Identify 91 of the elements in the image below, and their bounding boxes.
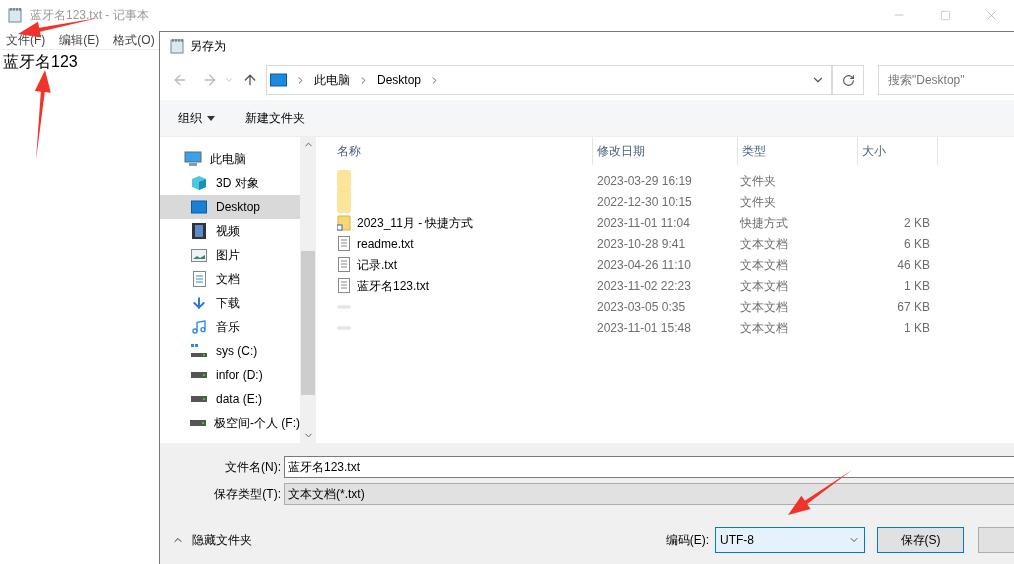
nav-item[interactable]: 视频 [160, 219, 300, 243]
folder-icon [337, 190, 351, 213]
file-date: 2022-12-30 10:15 [596, 193, 693, 211]
file-type: 文本文档 [739, 277, 789, 295]
notepad-icon [8, 7, 22, 23]
caret-icon [207, 115, 215, 121]
file-date: 2023-11-01 11:04 [596, 214, 691, 232]
file-type: 文本文档 [739, 256, 789, 274]
file-type: 文件夹 [739, 172, 777, 190]
file-date: 2023-10-28 9:41 [596, 235, 687, 253]
hide-folders-button[interactable]: 隐藏文件夹 [172, 531, 252, 549]
back-icon[interactable] [172, 72, 188, 88]
file-type: 文本文档 [739, 319, 789, 337]
column-header[interactable]: 修改日期 [593, 137, 738, 165]
nav-item[interactable]: 3D 对象 [160, 171, 300, 195]
text-file-icon [338, 236, 350, 251]
address-bar[interactable]: 此电脑 Desktop [266, 65, 832, 95]
file-name[interactable]: 记录.txt [357, 255, 397, 274]
file-name[interactable]: 蓝牙名123.txt [357, 276, 430, 295]
desktop-icon [270, 73, 287, 87]
up-icon[interactable] [242, 72, 258, 88]
nav-item[interactable]: 音乐 [160, 315, 300, 339]
drive-icon [191, 344, 207, 358]
cancel-button[interactable] [978, 527, 1014, 553]
file-size: 67 KB [897, 298, 930, 316]
file-type-dropdown[interactable]: 文本文档(*.txt) [284, 483, 1014, 505]
download-icon [191, 295, 207, 311]
field-label: 保存类型(T): [213, 486, 282, 503]
text-file-icon [338, 257, 350, 272]
file-type: 文本文档 [739, 235, 789, 253]
save-button[interactable]: 保存(S) [877, 527, 964, 553]
column-header[interactable]: 类型 [738, 137, 858, 165]
file-size: 2 KB [904, 214, 930, 232]
computer-icon [184, 151, 202, 167]
column-header[interactable]: 名称 [333, 137, 593, 165]
menu-item[interactable]: 编辑(E) [59, 30, 100, 49]
refresh-icon[interactable] [832, 65, 864, 95]
image-icon [191, 248, 207, 262]
document-text: 蓝牙名123 [2, 52, 79, 72]
nav-item[interactable]: sys (C:) [160, 339, 300, 363]
notepad-icon [170, 38, 184, 54]
filename-field[interactable]: 蓝牙名123.txt [284, 456, 1014, 478]
nav-item[interactable]: infor (D:) [160, 363, 300, 387]
nav-item[interactable]: 极空间-个人 (F:) [160, 411, 300, 435]
file-date: 2023-04-26 11:10 [596, 256, 692, 274]
cube-icon [191, 175, 207, 191]
file-name[interactable]: readme.txt [357, 234, 414, 253]
file-size: 1 KB [904, 319, 930, 337]
document-icon [192, 271, 206, 287]
breadcrumb-item[interactable]: Desktop [377, 71, 422, 89]
organize-button[interactable]: 组织 [178, 109, 215, 127]
breadcrumb-item[interactable]: 此电脑 [314, 71, 350, 89]
new-folder-button[interactable]: 新建文件夹 [245, 109, 305, 127]
nav-item[interactable]: Desktop [160, 195, 300, 219]
music-note-icon [191, 319, 207, 335]
nav-item[interactable]: 下载 [160, 291, 300, 315]
field-label: 编码(E): [665, 532, 709, 549]
nav-item[interactable]: 此电脑 [160, 147, 300, 171]
dialog-title: 另存为 [190, 38, 226, 55]
file-type: 快捷方式 [739, 214, 789, 232]
drive-icon [190, 420, 206, 426]
file-size: 6 KB [904, 235, 930, 253]
text-file-icon [338, 278, 350, 293]
nav-item[interactable]: 文档 [160, 267, 300, 291]
nav-item[interactable]: data (E:) [160, 387, 300, 411]
file-name[interactable]: 2023_11月 - 快捷方式 [357, 213, 474, 232]
file-type: 文本文档 [739, 298, 789, 316]
desktop-icon [191, 200, 207, 214]
search-field[interactable]: 搜索"Desktop" [878, 65, 1014, 95]
history-chevron-icon[interactable] [224, 75, 234, 85]
column-header[interactable]: 大小 [858, 137, 938, 165]
scrollbar[interactable] [300, 137, 316, 443]
file-date: 2023-03-29 16:19 [596, 172, 693, 190]
film-icon [192, 223, 206, 239]
file-date: 2023-03-05 0:35 [596, 298, 687, 316]
file-date: 2023-11-01 15:48 [596, 319, 692, 337]
field-label: 文件名(N): [224, 459, 282, 476]
window-title: 蓝牙名123.txt - 记事本 [30, 7, 149, 24]
folder-icon [337, 169, 351, 192]
menu-item[interactable]: 格式(O) [113, 30, 155, 49]
drive-icon [191, 372, 207, 378]
file-type: 文件夹 [739, 193, 777, 211]
nav-item[interactable]: 图片 [160, 243, 300, 267]
file-date: 2023-11-02 22:23 [596, 277, 692, 295]
file-size: 1 KB [904, 277, 930, 295]
file-size: 46 KB [897, 256, 930, 274]
drive-icon [191, 396, 207, 402]
shortcut-folder-icon [337, 214, 351, 231]
annotation-arrow [788, 470, 852, 515]
encoding-dropdown[interactable]: UTF-8 [715, 527, 865, 553]
forward-icon[interactable] [202, 72, 218, 88]
